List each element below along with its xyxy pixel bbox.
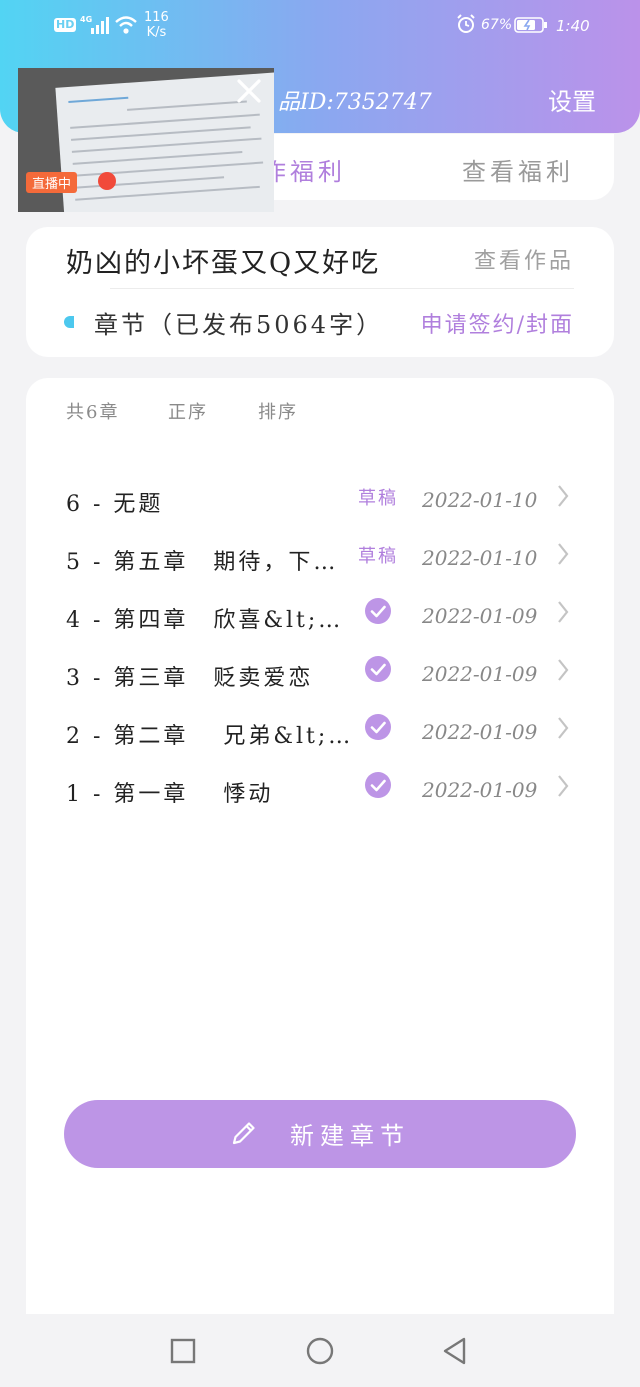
section-marker	[64, 316, 74, 328]
close-icon[interactable]	[234, 76, 264, 106]
chapter-date: 2022-01-09	[422, 662, 538, 686]
chapter-title: 3 - 第三章 贬卖爱恋	[66, 666, 314, 691]
chapter-date: 2022-01-09	[422, 604, 538, 628]
chevron-right-icon	[558, 601, 569, 623]
live-video-pip[interactable]: 直播中	[18, 68, 274, 212]
chapter-title: 5 - 第五章 期待，下…	[66, 550, 339, 575]
sort-button[interactable]: 排序	[258, 398, 298, 424]
network-speed-value: 116	[144, 10, 169, 25]
chapter-date: 2022-01-09	[422, 778, 538, 802]
work-info-card: 奶凶的小坏蛋又Q又好吃 查看作品 章节（已发布5064字） 申请签约/封面	[26, 227, 614, 357]
chevron-right-icon	[558, 659, 569, 681]
divider	[110, 288, 574, 289]
chapter-row[interactable]: 6 - 无题 草稿 2022-01-10	[26, 474, 614, 528]
svg-text:4G: 4G	[80, 15, 92, 24]
tab-view-welfare[interactable]: 查看福利	[462, 152, 574, 187]
new-chapter-label: 新建章节	[290, 1122, 410, 1150]
chapter-date: 2022-01-10	[422, 488, 538, 512]
cellular-signal-icon: 4G	[80, 15, 109, 34]
home-circle-icon[interactable]	[305, 1336, 335, 1366]
chapter-title: 4 - 第四章 欣喜&lt;…	[66, 608, 344, 633]
work-id-title: 品ID:7352747	[278, 90, 432, 115]
chapter-row[interactable]: 5 - 第五章 期待，下… 草稿 2022-01-10	[26, 532, 614, 586]
back-triangle-icon[interactable]	[440, 1336, 470, 1366]
settings-button[interactable]: 设置	[548, 82, 596, 117]
apply-contract-cover-button[interactable]: 申请签约/封面	[421, 307, 574, 339]
published-check-icon	[365, 772, 391, 798]
published-check-icon	[365, 656, 391, 682]
order-toggle[interactable]: 正序	[168, 398, 208, 424]
chevron-right-icon	[558, 543, 569, 565]
draft-badge: 草稿	[358, 488, 398, 509]
chevron-right-icon	[558, 775, 569, 797]
new-chapter-button[interactable]: 新建章节	[64, 1100, 576, 1168]
chapter-row[interactable]: 1 - 第一章 悸动 2022-01-09	[26, 764, 614, 818]
chapter-list-card: 共6章 正序 排序 6 - 无题 草稿 2022-01-10 5 - 第五章 期待，下…	[26, 378, 614, 1338]
battery-percent: 67%	[481, 17, 513, 33]
chevron-right-icon	[558, 717, 569, 739]
recents-square-icon[interactable]	[168, 1336, 198, 1366]
chapter-row[interactable]: 4 - 第四章 欣喜&lt;… 2022-01-09	[26, 590, 614, 644]
chapter-count: 共6章	[66, 402, 120, 423]
system-nav-bar	[0, 1314, 640, 1387]
published-check-icon	[365, 598, 391, 624]
clock: 1:40	[556, 17, 590, 35]
status-bar: HD 4G 116 K/s 67% 1:40	[0, 8, 640, 44]
record-dot	[98, 172, 116, 190]
work-title: 奶凶的小坏蛋又Q又好吃	[66, 248, 381, 279]
alarm-icon	[457, 14, 475, 33]
battery-charging-icon	[514, 17, 547, 33]
chapter-date: 2022-01-10	[422, 546, 538, 570]
published-check-icon	[365, 714, 391, 740]
pencil-icon	[232, 1122, 255, 1145]
chapter-title: 1 - 第一章 悸动	[66, 782, 274, 807]
wifi-icon	[115, 16, 137, 34]
network-speed-unit: K/s	[146, 25, 167, 40]
view-work-button[interactable]: 查看作品	[474, 243, 574, 275]
live-badge: 直播中	[26, 172, 78, 193]
chapter-row[interactable]: 2 - 第二章 兄弟&lt;… 2022-01-09	[26, 706, 614, 760]
hd-badge: HD	[54, 18, 77, 32]
chapter-date: 2022-01-09	[422, 720, 538, 744]
chapter-row[interactable]: 3 - 第三章 贬卖爱恋 2022-01-09	[26, 648, 614, 702]
chapter-title: 6 - 无题	[66, 492, 164, 517]
tab-write-welfare[interactable]: 作福利	[262, 152, 346, 187]
chevron-right-icon	[558, 485, 569, 507]
chapter-title: 2 - 第二章 兄弟&lt;…	[66, 724, 352, 749]
draft-badge: 草稿	[358, 546, 398, 567]
chapter-summary: 章节（已发布5064字）	[94, 311, 384, 339]
network-speed: 116 K/s	[144, 10, 169, 40]
